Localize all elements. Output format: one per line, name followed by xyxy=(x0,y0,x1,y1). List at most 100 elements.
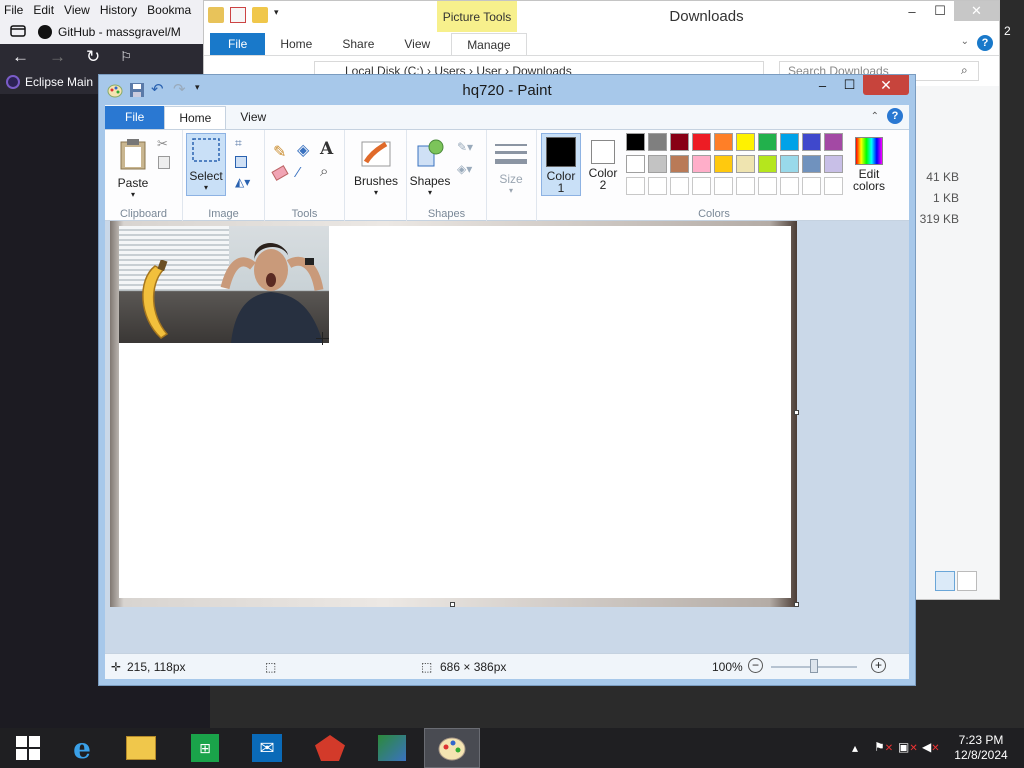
forward-arrow-icon[interactable]: → xyxy=(49,47,66,67)
palette-swatch[interactable] xyxy=(824,133,843,151)
taskbar-store[interactable]: ⊞ xyxy=(177,728,233,768)
minimize-button[interactable]: – xyxy=(898,1,926,21)
palette-swatch[interactable] xyxy=(692,155,711,173)
size-button[interactable]: Size ▾ xyxy=(491,140,531,195)
tray-overflow-icon[interactable]: ▴ xyxy=(852,741,858,768)
browser-tab-title[interactable]: GitHub - massgravel/M xyxy=(58,25,181,39)
palette-swatch[interactable] xyxy=(758,133,777,151)
network-icon[interactable]: ▣✕ xyxy=(898,740,918,768)
taskbar-internet-explorer[interactable]: e xyxy=(54,728,110,768)
tab-view[interactable]: View xyxy=(226,106,280,129)
palette-swatch[interactable] xyxy=(714,177,733,195)
palette-swatch[interactable] xyxy=(802,133,821,151)
brushes-button[interactable]: Brushes ▾ xyxy=(351,138,401,197)
large-icons-view-icon[interactable] xyxy=(957,571,977,591)
tab-home[interactable]: Home xyxy=(164,106,227,129)
cut-icon[interactable]: ✂ xyxy=(157,136,168,152)
color2-button[interactable]: Color 2 xyxy=(584,137,622,191)
help-icon[interactable]: ? xyxy=(887,108,903,124)
search-icon[interactable]: ⌕ xyxy=(961,63,968,78)
clock[interactable]: 7:23 PM 12/8/2024 xyxy=(946,733,1016,768)
maximize-button[interactable]: ☐ xyxy=(926,1,954,21)
taskbar-app-green[interactable] xyxy=(364,728,420,768)
canvas-area[interactable] xyxy=(105,221,909,653)
palette-swatch[interactable] xyxy=(758,177,777,195)
pasted-photo[interactable] xyxy=(119,226,329,343)
palette-swatch[interactable] xyxy=(736,177,755,195)
palette-swatch[interactable] xyxy=(714,133,733,151)
fill-icon[interactable]: ◈ xyxy=(297,140,309,160)
details-view-icon[interactable] xyxy=(935,571,955,591)
palette-swatch[interactable] xyxy=(824,155,843,173)
minimize-button[interactable]: – xyxy=(809,75,836,95)
palette-swatch[interactable] xyxy=(780,133,799,151)
palette-swatch[interactable] xyxy=(714,155,733,173)
tab-share[interactable]: Share xyxy=(327,33,389,55)
maximize-button[interactable]: ☐ xyxy=(836,75,863,95)
palette-swatch[interactable] xyxy=(648,155,667,173)
start-button[interactable] xyxy=(0,728,56,768)
copy-icon[interactable] xyxy=(158,156,170,169)
zoom-slider-thumb[interactable] xyxy=(810,659,818,673)
menu-history[interactable]: History xyxy=(100,3,137,17)
crop-icon[interactable]: ⌗ xyxy=(235,136,242,151)
palette-swatch[interactable] xyxy=(626,155,645,173)
resize-handle-corner[interactable] xyxy=(794,602,799,607)
palette-swatch[interactable] xyxy=(802,177,821,195)
palette-swatch[interactable] xyxy=(626,133,645,151)
color-picker-icon[interactable]: ⁄ xyxy=(297,164,300,181)
palette-swatch[interactable] xyxy=(780,177,799,195)
palette-swatch[interactable] xyxy=(648,177,667,195)
palette-swatch[interactable] xyxy=(780,155,799,173)
pencil-icon[interactable]: ✎ xyxy=(273,142,286,162)
menu-view[interactable]: View xyxy=(64,3,90,17)
select-button[interactable]: Select ▾ xyxy=(186,133,226,196)
volume-icon[interactable]: ◀✕ xyxy=(922,740,940,768)
palette-swatch[interactable] xyxy=(670,177,689,195)
palette-swatch[interactable] xyxy=(736,155,755,173)
reload-icon[interactable]: ↻ xyxy=(86,47,100,67)
taskbar-mail[interactable]: ✉ xyxy=(239,728,295,768)
rotate-icon[interactable]: ◭▾ xyxy=(235,175,250,189)
zoom-out-button[interactable]: − xyxy=(748,658,763,673)
outline-icon[interactable]: ✎▾ xyxy=(457,140,473,154)
palette-swatch[interactable] xyxy=(736,133,755,151)
action-center-flag-icon[interactable]: ⚑✕ xyxy=(874,740,893,768)
shapes-button[interactable]: Shapes ▾ xyxy=(409,138,451,197)
back-arrow-icon[interactable]: ← xyxy=(12,47,29,67)
palette-swatch[interactable] xyxy=(648,133,667,151)
close-button[interactable]: ✕ xyxy=(863,75,909,95)
resize-handle-bottom[interactable] xyxy=(450,602,455,607)
close-button[interactable]: ✕ xyxy=(954,1,999,21)
tab-manage[interactable]: Manage xyxy=(451,33,527,55)
taskbar-file-explorer[interactable] xyxy=(113,728,169,768)
zoom-in-button[interactable]: + xyxy=(871,658,886,673)
tab-file[interactable]: File xyxy=(105,106,165,129)
site-info-icon[interactable]: ⚐ xyxy=(120,49,132,65)
tab-home[interactable]: Home xyxy=(265,33,327,55)
paste-button[interactable]: Paste ▾ xyxy=(113,138,153,199)
ribbon-expand-icon[interactable]: ⌄ xyxy=(961,36,969,47)
palette-swatch[interactable] xyxy=(670,155,689,173)
tab-view[interactable]: View xyxy=(389,33,445,55)
help-icon[interactable]: ? xyxy=(977,35,993,51)
palette-swatch[interactable] xyxy=(802,155,821,173)
text-icon[interactable]: A xyxy=(320,139,333,159)
ribbon-collapse-icon[interactable]: ⌃ xyxy=(871,111,879,122)
magnifier-icon[interactable]: ⌕ xyxy=(320,163,328,180)
color1-button[interactable]: Color 1 xyxy=(541,133,581,196)
palette-swatch[interactable] xyxy=(670,133,689,151)
palette-swatch[interactable] xyxy=(692,177,711,195)
palette-swatch[interactable] xyxy=(626,177,645,195)
bookmark-eclipse[interactable]: Eclipse Main xyxy=(25,75,93,89)
eraser-icon[interactable] xyxy=(271,165,289,181)
tab-list-icon[interactable] xyxy=(10,24,26,41)
palette-swatch[interactable] xyxy=(692,133,711,151)
menu-bookmarks[interactable]: Bookma xyxy=(147,3,191,17)
menu-file[interactable]: File xyxy=(4,3,23,17)
taskbar-paint[interactable] xyxy=(424,728,480,768)
fill-shape-icon[interactable]: ◈▾ xyxy=(457,162,472,176)
resize-icon[interactable] xyxy=(235,156,247,168)
taskbar-app-red[interactable] xyxy=(302,728,358,768)
resize-handle-right[interactable] xyxy=(794,410,799,415)
